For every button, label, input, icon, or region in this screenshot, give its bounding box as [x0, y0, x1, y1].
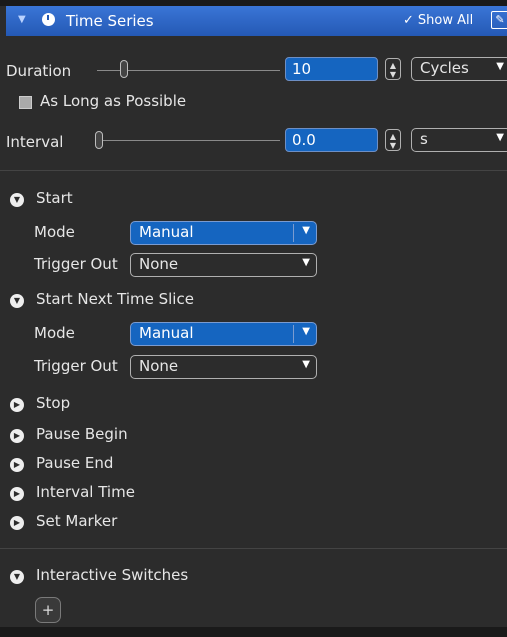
- collapse-triangle-icon[interactable]: ▼: [18, 14, 26, 25]
- chevron-down-icon: ▼: [302, 359, 310, 370]
- divider: [0, 170, 507, 171]
- section-stop-label[interactable]: Stop: [36, 394, 70, 412]
- as-long-as-possible-label: As Long as Possible: [40, 92, 187, 110]
- start-mode-value: Manual: [139, 223, 194, 241]
- time-series-panel: ▼ Time Series ✓ Show All ✎ Duration 10 ▲ ▼…: [0, 0, 507, 637]
- clock-icon: [42, 13, 55, 26]
- duration-stepper[interactable]: ▲ ▼: [385, 58, 401, 80]
- expanded-icon[interactable]: ▼: [10, 570, 24, 584]
- panel-header[interactable]: ▼ Time Series ✓ Show All ✎: [6, 6, 507, 36]
- plus-icon: +: [41, 601, 55, 619]
- chevron-down-icon: ▼: [496, 61, 504, 72]
- interval-label: Interval: [6, 133, 64, 151]
- start-trigger-out-value: None: [139, 255, 179, 273]
- start-next-trigger-out-dropdown[interactable]: None ▼: [130, 355, 317, 379]
- duration-unit-value: Cycles: [420, 59, 469, 77]
- start-mode-dropdown[interactable]: Manual ▼: [130, 221, 317, 245]
- collapsed-icon[interactable]: ▶: [10, 487, 24, 501]
- add-switch-button[interactable]: +: [35, 597, 61, 623]
- interval-unit-value: s: [420, 130, 428, 148]
- divider: [0, 548, 507, 549]
- collapsed-icon[interactable]: ▶: [10, 398, 24, 412]
- start-next-trigger-out-value: None: [139, 357, 179, 375]
- expanded-icon[interactable]: ▼: [10, 193, 24, 207]
- start-next-mode-label: Mode: [34, 324, 75, 342]
- section-start-label[interactable]: Start: [36, 189, 73, 207]
- duration-label: Duration: [6, 62, 72, 80]
- duration-value-field[interactable]: 10: [285, 57, 378, 81]
- duration-slider-thumb[interactable]: [120, 60, 128, 78]
- panel-title: Time Series: [66, 12, 154, 30]
- collapsed-icon[interactable]: ▶: [10, 516, 24, 530]
- bottom-strip: [0, 627, 507, 637]
- expanded-icon[interactable]: ▼: [10, 294, 24, 308]
- section-set-marker-label[interactable]: Set Marker: [36, 512, 117, 530]
- show-all-toggle[interactable]: ✓ Show All: [403, 13, 473, 28]
- start-trigger-out-label: Trigger Out: [34, 255, 118, 273]
- section-pause-begin-label[interactable]: Pause Begin: [36, 425, 128, 443]
- show-all-label: Show All: [417, 13, 474, 28]
- chevron-down-icon: ▼: [302, 326, 310, 337]
- check-icon: ✓: [403, 13, 414, 28]
- dropdown-separator: [293, 224, 294, 242]
- collapsed-icon[interactable]: ▶: [10, 458, 24, 472]
- start-next-mode-dropdown[interactable]: Manual ▼: [130, 322, 317, 346]
- interval-unit-dropdown[interactable]: s ▼: [411, 128, 507, 152]
- start-next-trigger-out-label: Trigger Out: [34, 357, 118, 375]
- start-mode-label: Mode: [34, 223, 75, 241]
- collapsed-icon[interactable]: ▶: [10, 429, 24, 443]
- chevron-down-icon: ▼: [302, 257, 310, 268]
- duration-unit-dropdown[interactable]: Cycles ▼: [411, 57, 507, 81]
- section-pause-end-label[interactable]: Pause End: [36, 454, 113, 472]
- interval-slider-thumb[interactable]: [95, 131, 103, 149]
- interval-value-field[interactable]: 0.0: [285, 128, 378, 152]
- interval-slider-track[interactable]: [97, 140, 280, 141]
- edit-icon[interactable]: ✎: [491, 11, 507, 29]
- section-start-next-label[interactable]: Start Next Time Slice: [36, 290, 194, 308]
- start-next-mode-value: Manual: [139, 324, 194, 342]
- interval-stepper[interactable]: ▲ ▼: [385, 129, 401, 151]
- section-interactive-switches-label[interactable]: Interactive Switches: [36, 566, 188, 584]
- chevron-down-icon: ▼: [496, 132, 504, 143]
- start-trigger-out-dropdown[interactable]: None ▼: [130, 253, 317, 277]
- section-interval-time-label[interactable]: Interval Time: [36, 483, 135, 501]
- chevron-down-icon: ▼: [302, 225, 310, 236]
- dropdown-separator: [293, 325, 294, 343]
- as-long-as-possible-checkbox[interactable]: [19, 96, 32, 109]
